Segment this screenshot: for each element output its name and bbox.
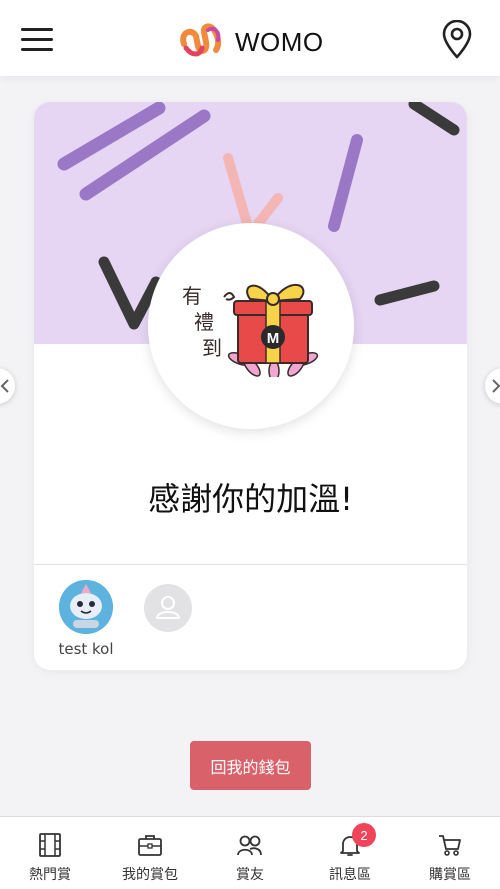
carousel-next-button[interactable] (485, 368, 500, 404)
nav-label-shop: 購賞區 (429, 867, 471, 883)
nav-label-wallet: 我的賞包 (122, 867, 178, 883)
gift-card: 有 禮 到 M 感謝你的加溫! test kol (34, 102, 467, 670)
nav-item-wallet[interactable]: 我的賞包 (100, 817, 200, 889)
nav-item-friends[interactable]: 賞友 (200, 817, 300, 889)
notification-badge: 2 (352, 823, 376, 847)
menu-icon (21, 28, 53, 51)
gift-caption-1: 有 (182, 284, 202, 308)
supporter-name: test kol (58, 640, 114, 658)
nav-label-messages: 訊息區 (329, 867, 371, 883)
location-pin-icon (442, 19, 472, 59)
menu-button[interactable] (20, 24, 54, 54)
robot-avatar-icon (59, 580, 113, 634)
briefcase-icon (138, 835, 162, 856)
gift-box-illustration: 有 禮 到 M (182, 283, 319, 377)
app-header: WOMO (0, 0, 500, 76)
back-to-wallet-button[interactable]: 回我的錢包 (190, 741, 311, 790)
film-icon (39, 833, 61, 857)
gift-caption-2: 禮 (194, 310, 214, 334)
nav-item-messages[interactable]: 2 訊息區 (300, 817, 400, 889)
bottom-nav: 熱門賞 我的賞包 賞友 2 訊息區 購賞區 (0, 816, 500, 889)
womo-logo (178, 20, 224, 60)
nav-item-shop[interactable]: 購賞區 (400, 817, 500, 889)
brand-name: WOMO (235, 27, 324, 57)
gift-illustration-circle: 有 禮 到 M (148, 223, 354, 429)
nav-label-hot: 熱門賞 (29, 867, 71, 883)
cart-icon (439, 835, 461, 856)
carousel-prev-button[interactable] (0, 368, 15, 404)
nav-label-friends: 賞友 (236, 867, 264, 883)
card-divider (34, 564, 467, 565)
chevron-left-icon (0, 379, 9, 393)
friends-icon (237, 835, 262, 856)
location-button[interactable] (440, 19, 474, 60)
supporter-avatar[interactable] (59, 580, 113, 634)
gift-badge-letter: M (267, 330, 280, 347)
nav-item-hot[interactable]: 熱門賞 (0, 817, 100, 889)
thanks-message: 感謝你的加溫! (148, 480, 353, 518)
empty-avatar-slot[interactable] (144, 584, 192, 632)
chevron-right-icon (492, 379, 500, 393)
gift-caption-3: 到 (202, 336, 222, 360)
user-placeholder-icon (156, 596, 180, 619)
